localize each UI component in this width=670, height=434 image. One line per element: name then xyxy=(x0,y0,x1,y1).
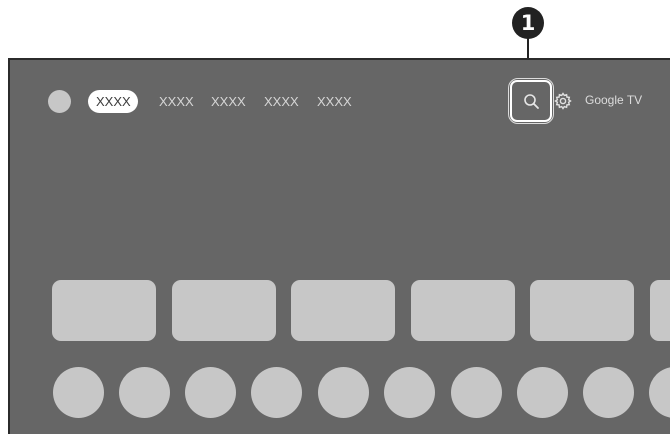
app-circle[interactable] xyxy=(649,367,670,418)
tab-2[interactable]: XXXX xyxy=(159,90,194,113)
tab-1[interactable]: XXXX xyxy=(88,90,138,113)
app-circle[interactable] xyxy=(318,367,369,418)
content-card[interactable] xyxy=(530,280,634,341)
profile-avatar[interactable] xyxy=(48,90,71,113)
content-card[interactable] xyxy=(52,280,156,341)
app-circle[interactable] xyxy=(451,367,502,418)
gear-icon[interactable] xyxy=(554,92,572,110)
app-circle[interactable] xyxy=(119,367,170,418)
callout-badge: 1 xyxy=(512,7,544,39)
content-card[interactable] xyxy=(650,280,670,341)
app-circle[interactable] xyxy=(185,367,236,418)
app-circle[interactable] xyxy=(583,367,634,418)
tab-4[interactable]: XXXX xyxy=(264,90,299,113)
content-card[interactable] xyxy=(411,280,515,341)
tv-screen: XXXX XXXX XXXX XXXX XXXX Google TV xyxy=(8,58,670,434)
app-circle[interactable] xyxy=(384,367,435,418)
app-circle[interactable] xyxy=(251,367,302,418)
callout-number: 1 xyxy=(520,11,536,35)
search-button[interactable] xyxy=(508,78,554,124)
content-card[interactable] xyxy=(291,280,395,341)
brand-label: Google TV xyxy=(585,93,643,107)
content-card[interactable] xyxy=(172,280,276,341)
app-circle[interactable] xyxy=(53,367,104,418)
app-circle[interactable] xyxy=(517,367,568,418)
tab-3[interactable]: XXXX xyxy=(211,90,246,113)
search-icon xyxy=(523,93,539,109)
tab-5[interactable]: XXXX xyxy=(317,90,352,113)
